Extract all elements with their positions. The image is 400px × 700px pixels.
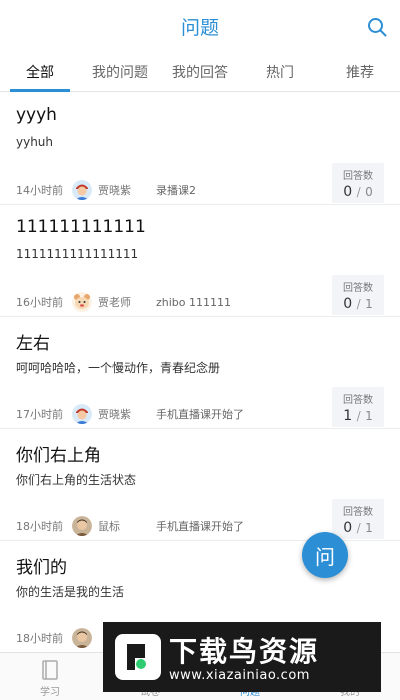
tab-all[interactable]: 全部 [0,52,80,92]
watermark-text: 下载鸟资源 [169,635,320,668]
avatar[interactable] [72,516,92,536]
count-separator: / [356,409,361,423]
avatar[interactable] [72,292,92,312]
question-title: 你们右上角 [16,446,101,466]
answer-count-box: 回答数 1 / 1 [332,387,384,427]
question-time: 14小时前 [16,184,63,197]
avatar[interactable] [72,404,92,424]
question-description: 1111111111111111 [16,247,139,261]
count-separator: / [356,185,361,199]
total-count: 0 [365,185,373,199]
page-title: 问题 [180,16,219,39]
question-author: 贾老师 [98,296,131,309]
total-count: 1 [365,409,373,423]
watermark-overlay: 下载鸟资源 www.xiazainiao.com [103,622,381,692]
question-meta: 14小时前 贾晓紫 录播课2 [16,179,196,201]
question-time: 18小时前 [16,632,63,645]
question-meta: 18小时前 鼠标 手机直播课开始了 [16,515,244,537]
answer-count-label: 回答数 [343,171,373,182]
answer-count: 0 / 0 [332,184,384,200]
question-item[interactable]: 左右 呵呵哈哈哈，一个慢动作，青春纪念册 17小时前 贾晓紫 手机直播课开始了 … [0,317,400,429]
nav-item-study[interactable]: 学习 [0,653,100,700]
answer-count-label: 回答数 [343,507,373,518]
question-item[interactable]: 111111111111 1111111111111111 16小时前 贾老师 … [0,205,400,317]
top-bar: 问题 [0,0,400,52]
question-course: 录播课2 [156,184,196,197]
count-separator: / [356,521,361,535]
nav-label: 学习 [40,687,60,698]
ask-question-button[interactable]: 问 [302,532,348,578]
search-icon[interactable] [366,16,388,38]
bird-logo-icon [115,634,161,680]
answered-count: 0 [343,296,353,312]
answer-count: 1 / 1 [332,408,384,424]
question-time: 18小时前 [16,520,63,533]
answered-count: 1 [343,408,353,424]
question-meta: 17小时前 贾晓紫 手机直播课开始了 [16,403,244,425]
question-author: 鼠标 [98,520,120,533]
count-separator: / [356,297,361,311]
question-description: yyhuh [16,135,54,149]
tab-my-questions[interactable]: 我的问题 [80,52,160,91]
question-meta: 16小时前 贾老师 zhibo 111111 [16,291,231,313]
question-description: 呵呵哈哈哈，一个慢动作，青春纪念册 [16,361,221,375]
question-author: 贾晓紫 [98,184,131,197]
question-course: 手机直播课开始了 [156,520,244,533]
question-time: 16小时前 [16,296,63,309]
tab-my-answers[interactable]: 我的回答 [160,52,240,91]
book-icon [42,660,58,680]
watermark-url: www.xiazainiao.com [169,668,310,683]
filter-tabs: 全部 我的问题 我的回答 热门 推荐 [0,52,400,92]
answer-count-label: 回答数 [343,283,373,294]
question-title: yyyh [16,105,57,125]
question-description: 你们右上角的生活状态 [16,473,137,487]
question-description: 你的生活是我的生活 [16,585,125,599]
question-time: 17小时前 [16,408,63,421]
answer-count-box: 回答数 0 / 1 [332,275,384,315]
question-course: 手机直播课开始了 [156,408,244,421]
total-count: 1 [365,297,373,311]
tab-recommend[interactable]: 推荐 [320,52,400,91]
question-title: 111111111111 [16,217,146,237]
question-course: zhibo 111111 [156,295,232,309]
avatar[interactable] [72,180,92,200]
answer-count-label: 回答数 [343,395,373,406]
question-title: 我们的 [16,558,67,578]
question-item[interactable]: 你们右上角 你们右上角的生活状态 18小时前 鼠标 手机直播课开始了 回答数 0… [0,429,400,541]
answer-count-box: 回答数 0 / 1 [332,499,384,539]
answer-count: 0 / 1 [332,296,384,312]
answered-count: 0 [343,520,353,536]
answer-count-box: 回答数 0 / 0 [332,163,384,203]
question-item[interactable]: yyyh yyhuh 14小时前 贾晓紫 录播课2 回答数 0 / 0 [0,93,400,205]
total-count: 1 [365,521,373,535]
answered-count: 0 [343,184,353,200]
answer-count: 0 / 1 [332,520,384,536]
question-title: 左右 [16,334,50,354]
question-author: 贾晓紫 [98,408,131,421]
tab-hot[interactable]: 热门 [240,52,320,91]
question-meta: 18小时前 [16,627,98,649]
avatar[interactable] [72,628,92,648]
